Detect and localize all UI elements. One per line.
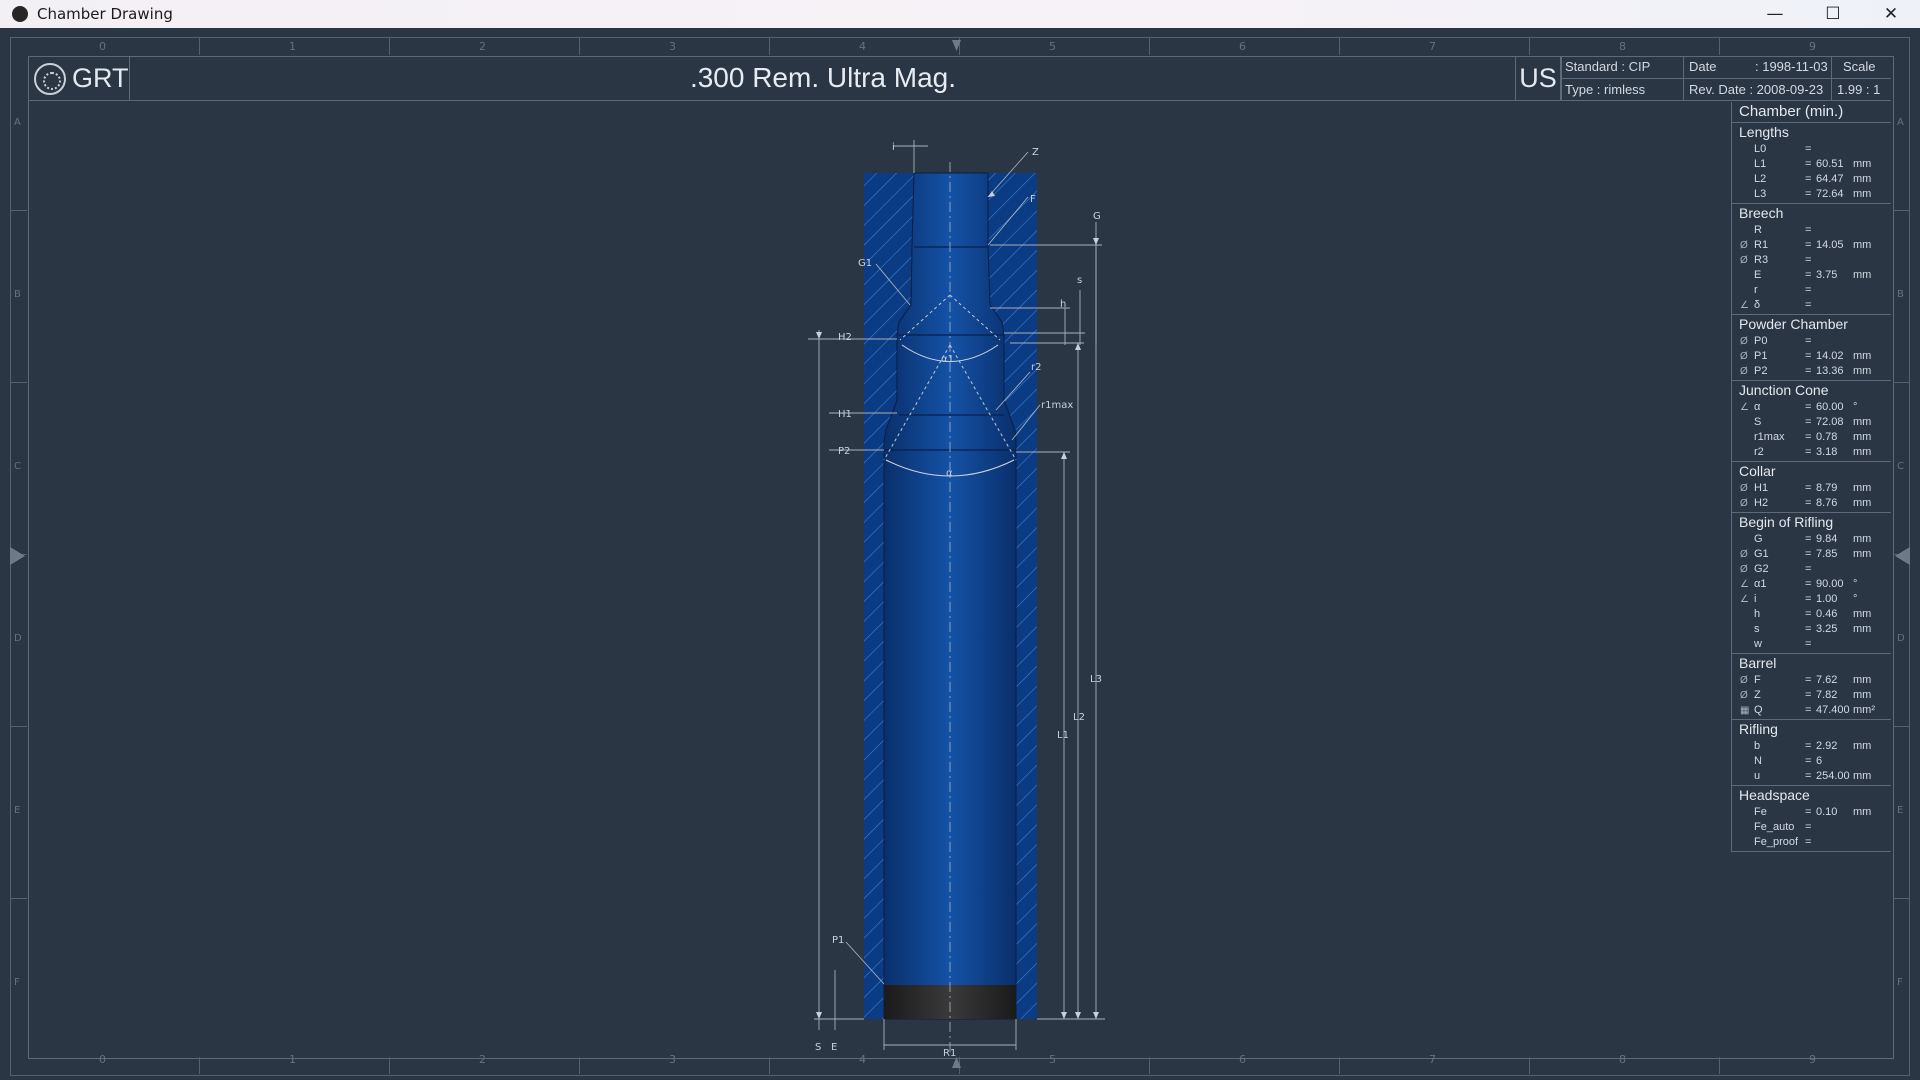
left-center-marker <box>10 547 25 565</box>
right-center-marker <box>1895 547 1910 565</box>
top-center-marker <box>952 40 961 51</box>
bottom-center-marker <box>952 1057 961 1068</box>
ruler-markers <box>10 40 1910 1068</box>
